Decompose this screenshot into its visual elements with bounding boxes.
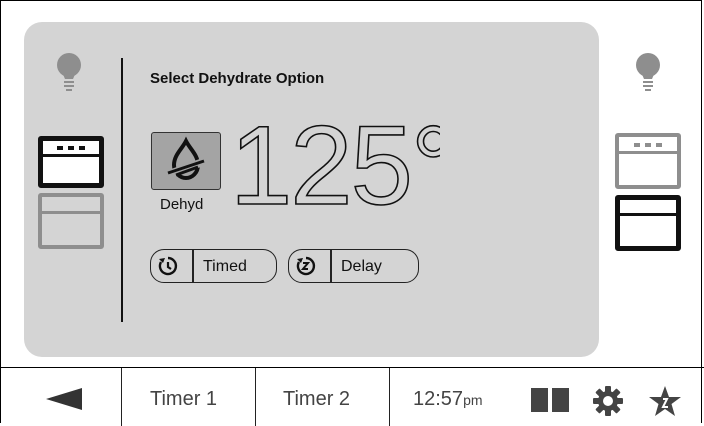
panel-divider [121, 58, 123, 322]
delay-timer-icon [296, 256, 316, 276]
dehydrate-drop-icon [164, 136, 208, 181]
temperature-digits: 125° [229, 102, 456, 229]
clock-display[interactable]: 12:57pm [413, 388, 483, 411]
light-bulb-icon[interactable] [54, 52, 84, 92]
right-lower-oven-button[interactable] [615, 195, 681, 251]
mode-label: Dehyd [160, 196, 204, 213]
oven-icon [620, 213, 676, 216]
delay-label: Delay [341, 258, 382, 275]
clock-suffix: pm [463, 392, 483, 408]
timed-option-button[interactable]: Timed [150, 249, 277, 283]
back-arrow-icon[interactable] [46, 388, 82, 410]
timed-label: Timed [203, 258, 247, 275]
bar-separator [255, 368, 256, 426]
bottom-bar: Timer 1 Timer 2 12:57pm [0, 367, 704, 426]
pill-separator [330, 250, 332, 282]
page-title: Select Dehydrate Option [150, 70, 325, 87]
oven-icon [42, 211, 100, 214]
timer-2-button[interactable]: Timer 2 [283, 388, 350, 411]
gear-icon[interactable] [593, 386, 623, 416]
timer-icon [158, 256, 178, 276]
bar-separator [121, 368, 122, 426]
dehydrate-mode-button[interactable] [151, 132, 221, 190]
bar-separator [389, 368, 390, 426]
delay-option-button[interactable]: Delay [288, 249, 419, 283]
left-lower-oven-button[interactable] [38, 193, 104, 249]
oven-icon [43, 146, 99, 157]
oven-icon [619, 143, 677, 154]
right-upper-oven-button[interactable] [615, 133, 681, 189]
temperature-display[interactable]: 125° [229, 102, 456, 237]
left-upper-oven-button[interactable] [38, 136, 104, 188]
clock-time: 12:57 [413, 388, 464, 410]
timer-1-button[interactable]: Timer 1 [150, 388, 217, 411]
light-bulb-icon[interactable] [633, 52, 663, 92]
temperature-value: 125° [230, 108, 440, 218]
pill-separator [192, 250, 194, 282]
favorites-star-icon[interactable] [648, 385, 682, 417]
split-view-icon[interactable] [531, 388, 569, 412]
